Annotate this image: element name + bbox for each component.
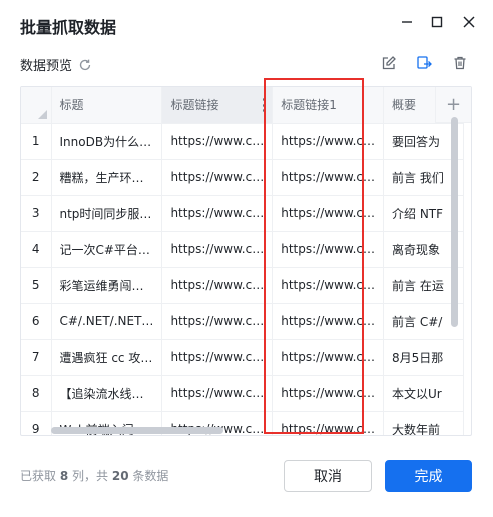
cell-title-link-1[interactable]: https://www.c… [272, 123, 384, 160]
table-row[interactable]: 6 C#/.NET/.NET… https://www.c… https://w… [21, 303, 464, 340]
row-number: 4 [21, 231, 52, 268]
edit-icon [382, 56, 396, 70]
cell-title-link-1[interactable]: https://www.c… [272, 303, 384, 340]
column-count: 8 [59, 469, 69, 483]
table-row[interactable]: 8 【追染流水线… https://www.c… https://www.c… … [21, 375, 464, 412]
cell-title-link[interactable]: https://www.c… [161, 231, 274, 268]
table-header-row: 标题 标题链接 标题链接1 概要 [21, 87, 464, 124]
row-number: 3 [21, 195, 52, 232]
minimize-button[interactable] [397, 12, 417, 32]
minimize-icon [402, 21, 412, 23]
row-number: 8 [21, 375, 52, 412]
delete-button[interactable] [451, 54, 469, 72]
cell-title[interactable]: ntp时间同步服… [51, 195, 163, 232]
row-number: 2 [21, 159, 52, 196]
cell-title-link-1[interactable]: https://www.c… [272, 231, 384, 268]
plus-icon: + [445, 94, 462, 115]
export-icon [417, 56, 432, 69]
confirm-button[interactable]: 完成 [385, 460, 472, 492]
maximize-button[interactable] [427, 12, 447, 32]
cell-title-link[interactable]: https://www.c… [161, 339, 274, 376]
cell-title[interactable]: 彩笔运维勇闯… [51, 267, 163, 304]
row-number: 1 [21, 123, 52, 160]
status-suffix: 条数据 [132, 469, 169, 483]
horizontal-scrollbar[interactable] [51, 427, 223, 434]
status-summary: 已获取 8 列，共 20 条数据 [20, 467, 168, 484]
row-number: 5 [21, 267, 52, 304]
column-header-label: 标题链接 [170, 98, 219, 113]
cell-title[interactable]: 记一次C#平台… [51, 231, 163, 268]
close-button[interactable] [459, 12, 479, 32]
batch-capture-dialog: 批量抓取数据 数据预览 标题 标题链接 标题链接1 概要 1 InnoDB为什么… [0, 0, 493, 517]
table-row[interactable]: 5 彩笔运维勇闯… https://www.c… https://www.c… … [21, 267, 464, 304]
preview-label: 数据预览 [20, 59, 73, 74]
cell-title-link-1[interactable]: https://www.c… [272, 195, 384, 232]
select-all-corner[interactable] [21, 87, 52, 124]
cell-title[interactable]: 糟糕，生产环… [51, 159, 163, 196]
cell-title[interactable]: 遭遇疯狂 cc 攻… [51, 339, 163, 376]
status-mid: 列，共 [72, 469, 109, 483]
column-header-title-link-1[interactable]: 标题链接1 [272, 87, 384, 124]
cell-title-link[interactable]: https://www.c… [161, 267, 274, 304]
table-row[interactable]: 1 InnoDB为什么… https://www.c… https://www.… [21, 123, 464, 160]
preview-header: 数据预览 [20, 55, 92, 74]
cancel-button[interactable]: 取消 [284, 460, 372, 492]
dialog-title: 批量抓取数据 [20, 18, 117, 37]
cell-summary[interactable]: 本文以Ur [383, 375, 464, 412]
cell-title-link-1[interactable]: https://www.c… [272, 267, 384, 304]
row-count: 20 [111, 469, 129, 483]
export-button[interactable] [415, 54, 433, 72]
cell-summary[interactable]: 8月5日那 [383, 339, 464, 376]
cell-title[interactable]: 【追染流水线… [51, 375, 163, 412]
row-number: 7 [21, 339, 52, 376]
row-number: 6 [21, 303, 52, 340]
cell-title-link-1[interactable]: https://www.c… [272, 375, 384, 412]
vertical-scrollbar[interactable] [451, 117, 458, 327]
close-icon [463, 16, 475, 28]
cell-title[interactable]: C#/.NET/.NET… [51, 303, 163, 340]
column-header-title-link[interactable]: 标题链接 [161, 87, 274, 124]
cell-summary[interactable]: 大数年前 [383, 411, 464, 435]
cell-title-link-1[interactable]: https://www.c… [272, 159, 384, 196]
cell-title-link[interactable]: https://www.c… [161, 159, 274, 196]
refresh-icon[interactable] [78, 58, 92, 72]
cell-title-link-1[interactable]: https://www.c… [272, 411, 384, 435]
table-row[interactable]: 7 遭遇疯狂 cc 攻… https://www.c… https://www.… [21, 339, 464, 376]
status-prefix: 已获取 [20, 469, 57, 483]
trash-icon [454, 56, 466, 70]
cell-title[interactable]: InnoDB为什么… [51, 123, 163, 160]
column-menu-icon[interactable] [262, 98, 266, 112]
cell-title-link[interactable]: https://www.c… [161, 375, 274, 412]
row-number: 9 [21, 411, 52, 435]
column-header-title[interactable]: 标题 [51, 87, 163, 124]
table-row[interactable]: 4 记一次C#平台… https://www.c… https://www.c…… [21, 231, 464, 268]
cell-title-link[interactable]: https://www.c… [161, 195, 274, 232]
maximize-icon [431, 16, 443, 28]
table-row[interactable]: 2 糟糕，生产环… https://www.c… https://www.c… … [21, 159, 464, 196]
cell-title-link-1[interactable]: https://www.c… [272, 339, 384, 376]
cell-title-link[interactable]: https://www.c… [161, 303, 274, 340]
edit-button[interactable] [380, 54, 398, 72]
cell-title-link[interactable]: https://www.c… [161, 123, 274, 160]
table-row[interactable]: 3 ntp时间同步服… https://www.c… https://www.c… [21, 195, 464, 232]
data-preview-table[interactable]: 标题 标题链接 标题链接1 概要 1 InnoDB为什么… https://ww… [20, 86, 472, 436]
